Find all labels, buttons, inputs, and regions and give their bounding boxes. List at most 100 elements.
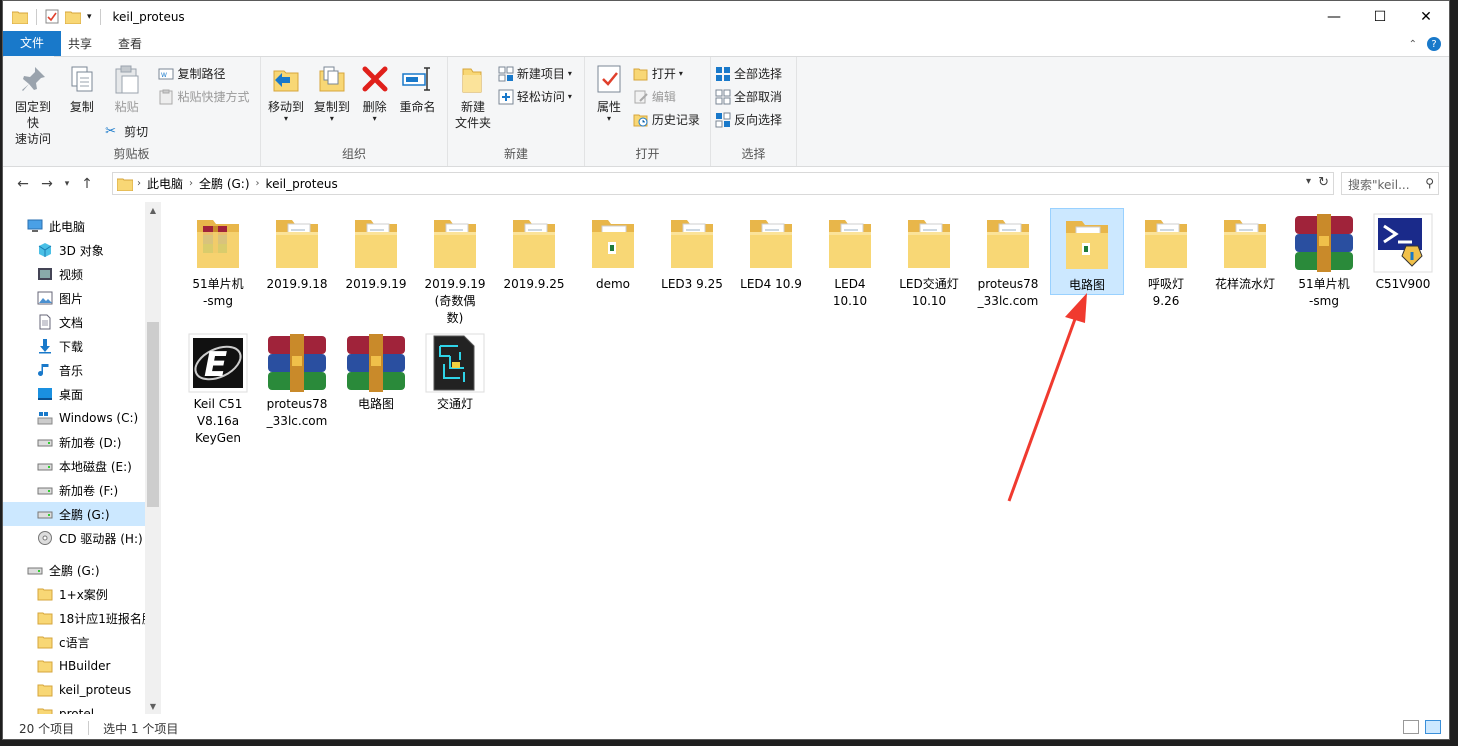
- file-item[interactable]: 电路图: [1050, 208, 1124, 295]
- select-none-button[interactable]: 全部取消: [715, 86, 782, 107]
- minimize-button[interactable]: —: [1311, 1, 1357, 32]
- move-to-button[interactable]: 移动到 ▾: [265, 61, 307, 125]
- maximize-button[interactable]: ☐: [1357, 1, 1403, 32]
- file-item[interactable]: 电路图: [339, 328, 413, 413]
- select-all-button[interactable]: 全部选择: [715, 63, 782, 84]
- sidebar-item[interactable]: 新加卷 (D:): [3, 430, 145, 454]
- copy-button[interactable]: 复制: [63, 61, 101, 117]
- collapse-ribbon-icon[interactable]: ⌃: [1409, 39, 1417, 50]
- folder-docs-icon: [1214, 212, 1276, 274]
- up-button[interactable]: ↑: [75, 172, 99, 196]
- cut-button[interactable]: ✂ 剪切: [105, 121, 148, 142]
- new-small-column: 新建项目 ▾ 轻松访问 ▾: [498, 61, 572, 107]
- file-item[interactable]: 2019.9.19 (奇数偶 数): [418, 208, 492, 327]
- easy-access-button[interactable]: 轻松访问 ▾: [498, 86, 572, 107]
- paste-shortcut-button[interactable]: 粘贴快捷方式: [158, 86, 250, 107]
- sidebar-item[interactable]: keil_proteus: [3, 678, 145, 702]
- sidebar-item[interactable]: 视频: [3, 262, 145, 286]
- new-folder-icon[interactable]: [65, 10, 81, 24]
- sidebar-item[interactable]: Windows (C:): [3, 406, 145, 430]
- file-item[interactable]: 呼吸灯 9.26: [1129, 208, 1203, 310]
- sidebar-item[interactable]: 新加卷 (F:): [3, 478, 145, 502]
- music-icon: [37, 362, 53, 378]
- file-item[interactable]: 交通灯: [418, 328, 492, 413]
- paste-button[interactable]: 粘贴: [111, 63, 143, 115]
- sidebar-item[interactable]: 桌面: [3, 382, 145, 406]
- qa-customize-icon[interactable]: ▾: [87, 12, 92, 22]
- sidebar-item[interactable]: 音乐: [3, 358, 145, 382]
- folder-icon: [37, 634, 53, 650]
- file-item[interactable]: 花样流水灯: [1208, 208, 1282, 293]
- address-bar[interactable]: › 此电脑 › 全鹏 (G:) › keil_proteus ▾ ↻: [112, 172, 1334, 195]
- file-item[interactable]: 2019.9.18: [260, 208, 334, 293]
- breadcrumb-drive-g[interactable]: 全鹏 (G:): [193, 175, 256, 192]
- sidebar-item[interactable]: 1+x案例: [3, 582, 145, 606]
- tab-share[interactable]: 共享: [55, 31, 105, 56]
- tab-file[interactable]: 文件: [3, 31, 61, 56]
- sidebar-item[interactable]: 图片: [3, 286, 145, 310]
- file-item[interactable]: 51单片机 -smg: [1287, 208, 1361, 310]
- new-folder-button[interactable]: 新建 文件夹: [452, 61, 494, 133]
- sidebar-item[interactable]: 全鹏 (G:): [3, 558, 145, 582]
- help-icon[interactable]: ?: [1427, 37, 1441, 51]
- invert-selection-button[interactable]: 反向选择: [715, 109, 782, 130]
- history-button[interactable]: 历史记录: [633, 109, 700, 130]
- address-history-icon[interactable]: ▾: [1306, 176, 1311, 187]
- nav-scrollbar[interactable]: ▲ ▼: [145, 202, 161, 714]
- scroll-up-icon[interactable]: ▲: [145, 202, 161, 218]
- sidebar-item[interactable]: 文档: [3, 310, 145, 334]
- close-button[interactable]: ✕: [1403, 1, 1449, 32]
- search-box[interactable]: 搜索"keil... ⚲: [1341, 172, 1439, 195]
- properties-dropdown-icon: ▾: [606, 114, 611, 123]
- scroll-down-icon[interactable]: ▼: [145, 698, 161, 714]
- file-item[interactable]: 2019.9.25: [497, 208, 571, 293]
- sidebar-item[interactable]: 18计应1班报名肼: [3, 606, 145, 630]
- sidebar-item-label: 全鹏 (G:): [59, 507, 110, 522]
- new-item-button[interactable]: 新建项目 ▾: [498, 63, 572, 84]
- folder-icon: [37, 586, 53, 602]
- sidebar-item[interactable]: CD 驱动器 (H:): [3, 526, 145, 550]
- file-item[interactable]: proteus78 _33lc.com: [260, 328, 334, 430]
- file-item[interactable]: LED交通灯 10.10: [892, 208, 966, 310]
- file-item[interactable]: demo: [576, 208, 650, 293]
- copy-to-button[interactable]: 复制到 ▾: [311, 61, 353, 125]
- scrollbar-thumb[interactable]: [147, 322, 159, 507]
- file-item[interactable]: C51V900: [1366, 208, 1440, 293]
- file-item[interactable]: LED4 10.9: [734, 208, 808, 293]
- properties-icon[interactable]: [45, 9, 59, 24]
- details-view-icon[interactable]: [1403, 720, 1419, 734]
- breadcrumb-keil-proteus[interactable]: keil_proteus: [260, 177, 344, 191]
- file-item[interactable]: E Keil C51 V8.16a KeyGen: [181, 328, 255, 447]
- open-button[interactable]: 打开 ▾: [633, 63, 700, 84]
- file-item[interactable]: 51单片机 -smg: [181, 208, 255, 310]
- pictures-icon: [37, 290, 53, 306]
- sidebar-item[interactable]: HBuilder: [3, 654, 145, 678]
- delete-button[interactable]: 删除 ▾: [357, 61, 393, 125]
- pin-quick-access-button[interactable]: 固定到快 速访问: [7, 61, 59, 149]
- sidebar-item[interactable]: protel: [3, 702, 145, 714]
- sidebar-item-label: protel: [59, 707, 95, 714]
- forward-button[interactable]: →: [35, 172, 59, 196]
- breadcrumb-this-pc[interactable]: 此电脑: [141, 175, 189, 192]
- tab-view[interactable]: 查看: [105, 31, 155, 56]
- sidebar-item[interactable]: 全鹏 (G:): [3, 502, 145, 526]
- sidebar-item[interactable]: 下载: [3, 334, 145, 358]
- properties-button[interactable]: 属性 ▾: [589, 61, 629, 125]
- sidebar-item[interactable]: c语言: [3, 630, 145, 654]
- file-item[interactable]: proteus78 _33lc.com: [971, 208, 1045, 310]
- file-item[interactable]: LED4 10.10: [813, 208, 887, 310]
- file-item[interactable]: LED3 9.25: [655, 208, 729, 293]
- sidebar-item[interactable]: 3D 对象: [3, 238, 145, 262]
- back-button[interactable]: ←: [11, 172, 35, 196]
- refresh-icon[interactable]: ↻: [1318, 175, 1329, 190]
- edit-button[interactable]: 编辑: [633, 86, 700, 107]
- sidebar-item[interactable]: 此电脑: [3, 214, 145, 238]
- svg-text:W: W: [161, 72, 167, 79]
- copy-path-button[interactable]: W 复制路径: [158, 63, 249, 84]
- large-icons-view-icon[interactable]: [1425, 720, 1441, 734]
- sidebar-item[interactable]: 本地磁盘 (E:): [3, 454, 145, 478]
- rename-button[interactable]: 重命名: [396, 61, 438, 117]
- recent-locations-button[interactable]: ▾: [59, 172, 75, 196]
- download-icon: [37, 338, 53, 354]
- file-item[interactable]: 2019.9.19: [339, 208, 413, 293]
